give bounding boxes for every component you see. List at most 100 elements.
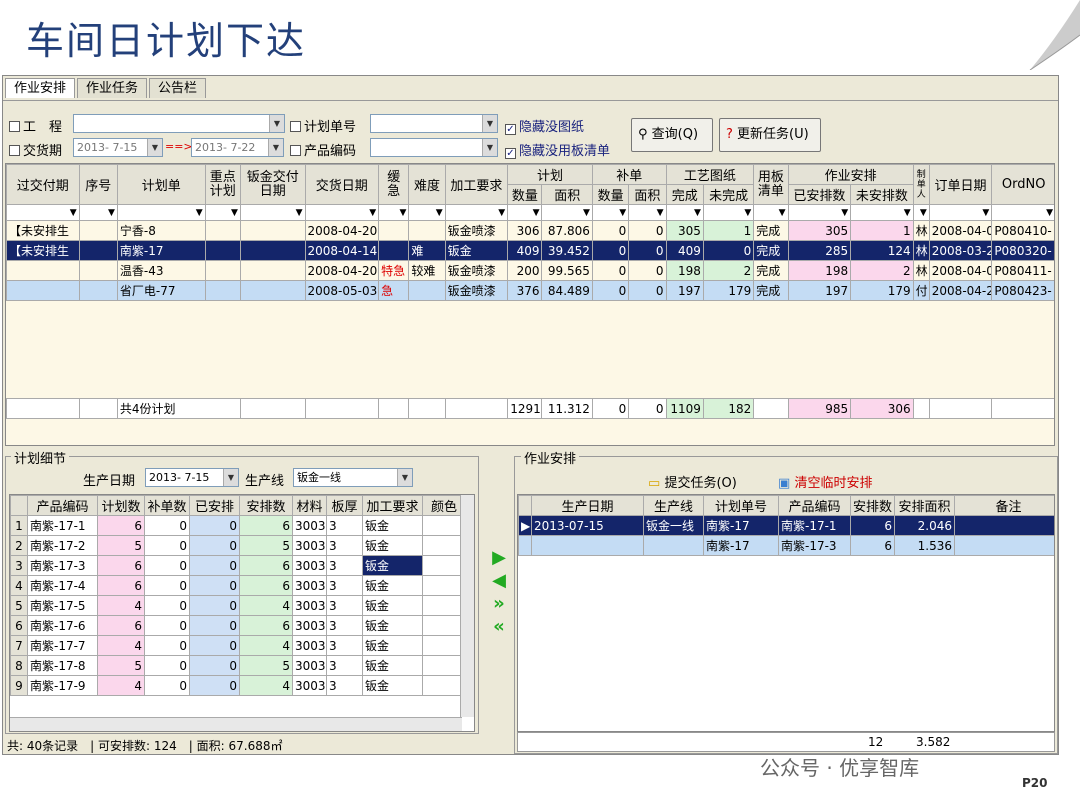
plan-row[interactable]: 【未安排生 宁香-8 2008-04-20 钣金喷漆 306 87.806 0 0 305 1 完成… xyxy=(6,220,1054,241)
move-right-icon[interactable]: ▶ xyxy=(486,546,512,569)
row-number[interactable]: 6 xyxy=(10,615,28,636)
detail-row[interactable]: 5 南紫-17-5 4 0 0 4 3003 3 钣金 xyxy=(10,595,466,616)
plan-cell[interactable]: 4 xyxy=(97,595,145,616)
detail-row[interactable]: 6 南紫-17-6 6 0 0 6 3003 3 钣金 xyxy=(10,615,466,636)
supp-cell[interactable]: 0 xyxy=(144,615,190,636)
process-cell[interactable]: 钣金 xyxy=(362,635,423,656)
seq-cell[interactable] xyxy=(78,260,118,281)
plan-cell[interactable]: 温香-43 xyxy=(116,260,206,281)
order-date-cell[interactable]: 2008-04-0 xyxy=(928,220,993,241)
done-cell[interactable]: 0 xyxy=(189,535,240,556)
material-cell[interactable]: 3003 xyxy=(292,595,327,616)
done-cell[interactable]: 305 xyxy=(665,220,704,241)
col-overdue[interactable]: 过交付期 xyxy=(6,164,80,205)
detail-grid[interactable]: 产品编码 计划数 补单数 已安排 安排数 材料 板厚 加工要求 颜色 1 南紫-1… xyxy=(9,494,475,732)
supp-area-cell[interactable]: 0 xyxy=(628,260,667,281)
row-number[interactable]: 7 xyxy=(10,635,28,656)
detail-hscrollbar[interactable] xyxy=(10,717,462,731)
arrange-col-qty[interactable]: 安排数 xyxy=(850,495,895,516)
unarranged-cell[interactable]: 124 xyxy=(850,240,914,261)
update-task-button[interactable]: ? 更新任务(U) xyxy=(719,118,821,152)
done-cell[interactable]: 0 xyxy=(189,515,240,536)
supp-cell[interactable]: 0 xyxy=(144,675,190,696)
supp-area-cell[interactable]: 0 xyxy=(628,240,667,261)
plan-cell[interactable]: 5 xyxy=(97,655,145,676)
done-cell[interactable]: 0 xyxy=(189,555,240,576)
plan-cell[interactable]: 6 xyxy=(97,615,145,636)
detail-row[interactable]: 7 南紫-17-7 4 0 0 4 3003 3 钣金 xyxy=(10,635,466,656)
plan-no-select[interactable]: ▼ xyxy=(370,114,498,133)
clear-temp-button[interactable]: ▣ 清空临时安排 xyxy=(778,472,872,491)
material-cell[interactable]: 3003 xyxy=(292,635,327,656)
arrange-cell[interactable]: 6 xyxy=(239,615,293,636)
process-cell[interactable]: 钣金喷漆 xyxy=(444,280,509,301)
col-plan[interactable]: 计划单 xyxy=(116,164,206,205)
arrange-row[interactable]: 南紫-17 南紫-17-3 6 1.536 xyxy=(518,535,1054,556)
code-cell[interactable]: 南紫-17-5 xyxy=(27,595,98,616)
done-cell[interactable]: 0 xyxy=(189,575,240,596)
code-cell[interactable]: 南紫-17-1 xyxy=(778,515,851,536)
undone-cell[interactable]: 1 xyxy=(702,220,755,241)
delivery-date-cell[interactable]: 2008-04-20 xyxy=(304,220,380,241)
plan-cell[interactable]: 5 xyxy=(97,535,145,556)
remark-cell[interactable] xyxy=(954,535,1054,556)
plan-cell[interactable]: 6 xyxy=(97,575,145,596)
detail-row[interactable]: 8 南紫-17-8 5 0 0 5 3003 3 钣金 xyxy=(10,655,466,676)
query-button[interactable]: ⚲ 查询(Q) xyxy=(631,118,713,152)
done-cell[interactable]: 0 xyxy=(189,595,240,616)
code-cell[interactable]: 南紫-17-3 xyxy=(27,555,98,576)
arrange-cell[interactable]: 5 xyxy=(239,655,293,676)
urgent-cell[interactable] xyxy=(378,240,410,261)
done-cell[interactable]: 0 xyxy=(189,675,240,696)
arrange-cell[interactable]: 6 xyxy=(239,515,293,536)
urgent-cell[interactable]: 特急 xyxy=(378,260,410,281)
arrange-cell[interactable]: 4 xyxy=(239,675,293,696)
supp-qty-cell[interactable]: 0 xyxy=(591,260,630,281)
plan-cell[interactable]: 省厂电-77 xyxy=(116,280,206,301)
move-left-icon[interactable]: ◀ xyxy=(486,569,512,592)
arrange-cell[interactable]: 4 xyxy=(239,635,293,656)
tab-work-task[interactable]: 作业任务 xyxy=(77,78,148,98)
done-cell[interactable]: 0 xyxy=(189,635,240,656)
process-cell[interactable]: 钣金 xyxy=(362,535,423,556)
plan-cell[interactable]: 宁香-8 xyxy=(116,220,206,241)
code-cell[interactable]: 南紫-17-2 xyxy=(27,535,98,556)
detail-line-select[interactable]: 钣金一线 ▼ xyxy=(293,468,413,487)
move-all-left-icon[interactable]: « xyxy=(486,615,512,638)
plan-row[interactable]: 省厂电-77 2008-05-03 急钣金喷漆 376 84.489 0 0 197 179 完成… xyxy=(6,280,1054,301)
area-cell[interactable]: 84.489 xyxy=(541,280,593,301)
key-plan-cell[interactable] xyxy=(204,220,241,241)
arrange-cell[interactable]: 4 xyxy=(239,595,293,616)
done-cell[interactable]: 198 xyxy=(665,260,704,281)
overdue-cell[interactable] xyxy=(6,260,80,281)
process-cell[interactable]: 钣金 xyxy=(362,575,423,596)
material-cell[interactable]: 3003 xyxy=(292,575,327,596)
col-sheet-date[interactable]: 钣金交付日期 xyxy=(239,164,306,205)
chevron-down-icon[interactable]: ▼ xyxy=(482,139,497,156)
delivery-filter[interactable]: 交货期 xyxy=(9,140,62,159)
board-cell[interactable]: 完成 xyxy=(753,280,789,301)
supp-qty-cell[interactable]: 0 xyxy=(591,220,630,241)
supp-qty-cell[interactable]: 0 xyxy=(591,280,630,301)
detail-row[interactable]: 3 南紫-17-3 6 0 0 6 3003 3 钣金 xyxy=(10,555,466,576)
detail-col-arrange[interactable]: 安排数 xyxy=(239,495,293,516)
hide-no-board[interactable]: ✓ 隐藏没用板清单 xyxy=(505,140,610,159)
col-order-date[interactable]: 订单日期 xyxy=(928,164,993,205)
sheet-date-cell[interactable] xyxy=(239,220,306,241)
process-cell[interactable]: 钣金 xyxy=(362,515,423,536)
tab-work-arrange[interactable]: 作业安排 xyxy=(5,78,76,98)
sheet-date-cell[interactable] xyxy=(239,260,306,281)
area-cell[interactable]: 1.536 xyxy=(894,535,955,556)
submit-task-button[interactable]: ▭ 提交任务(O) xyxy=(648,472,737,491)
tab-bulletin[interactable]: 公告栏 xyxy=(149,78,207,98)
move-all-right-icon[interactable]: » xyxy=(486,592,512,615)
plan-cell[interactable]: 南紫-17 xyxy=(703,535,779,556)
overdue-cell[interactable]: 【未安排生 xyxy=(6,240,80,261)
col-maker[interactable]: 制单人 xyxy=(912,164,930,205)
row-number[interactable]: 3 xyxy=(10,555,28,576)
seq-cell[interactable] xyxy=(78,240,118,261)
sheet-date-cell[interactable] xyxy=(239,240,306,261)
delivery-checkbox[interactable] xyxy=(9,145,20,156)
urgent-cell[interactable] xyxy=(378,220,410,241)
process-cell[interactable]: 钣金喷漆 xyxy=(444,260,509,281)
